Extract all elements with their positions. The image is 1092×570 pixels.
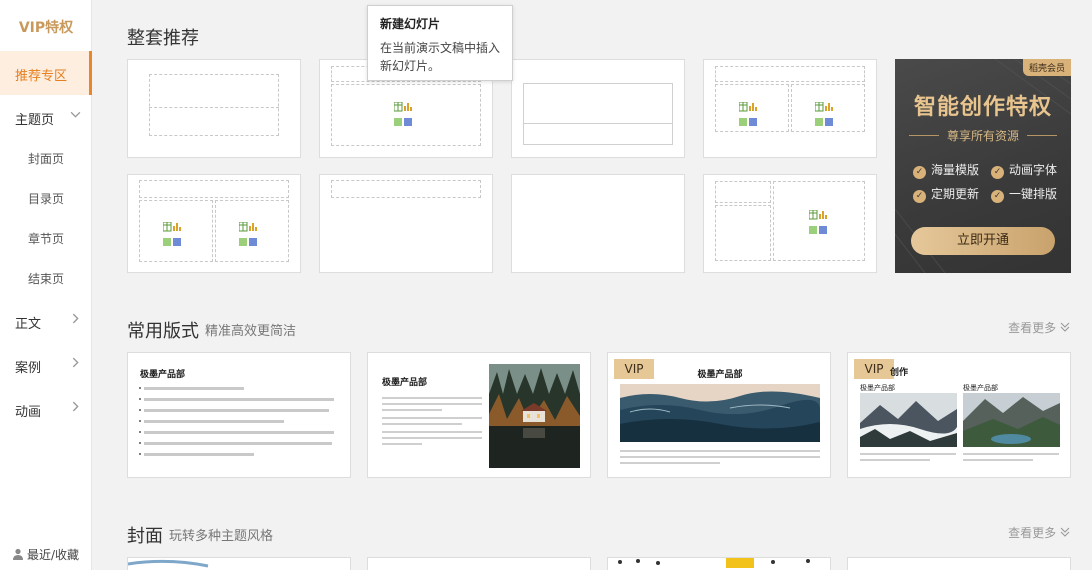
view-more-link[interactable]: 查看更多 bbox=[1008, 319, 1070, 336]
divider bbox=[523, 123, 673, 124]
ocean-wave-image bbox=[620, 384, 820, 442]
mountain-valley-image bbox=[963, 393, 1060, 447]
column-heading: 极墨产品部 bbox=[860, 384, 895, 392]
insert-content-icon bbox=[739, 102, 757, 126]
card-heading: 极墨产品部 bbox=[140, 370, 186, 380]
cover-thumbnail[interactable] bbox=[847, 557, 1071, 570]
promo-feature: ✓ 定期更新 bbox=[913, 185, 979, 203]
cover-thumbnail[interactable] bbox=[367, 557, 591, 570]
insert-content-icon bbox=[239, 222, 257, 246]
sidebar-item-case[interactable]: 案例 bbox=[0, 357, 92, 377]
sidebar-subitem-end[interactable]: 结束页 bbox=[0, 270, 92, 287]
mountain-fog-image bbox=[860, 393, 957, 447]
placeholder bbox=[715, 66, 865, 82]
check-icon: ✓ bbox=[913, 166, 926, 179]
sidebar-subitem-chapter[interactable]: 章节页 bbox=[0, 230, 92, 247]
section-subtitle-common: 精准高效更简洁 bbox=[205, 324, 297, 339]
chevron-down-icon bbox=[70, 109, 81, 123]
placeholder bbox=[715, 181, 771, 203]
layout-thumbnail[interactable] bbox=[703, 174, 877, 273]
sidebar: VIP特权 推荐专区 主题页 封面页 目录页 章节页 结束页 正文 案例 动画 … bbox=[0, 0, 92, 570]
double-chevron-down-icon bbox=[1060, 321, 1070, 335]
view-more-link[interactable]: 查看更多 bbox=[1008, 524, 1070, 541]
card-heading: 创作 bbox=[890, 368, 909, 378]
chevron-right-icon bbox=[70, 401, 81, 415]
decor-line bbox=[1027, 135, 1057, 136]
section-title-common: 常用版式 bbox=[127, 321, 199, 342]
check-icon: ✓ bbox=[991, 166, 1004, 179]
sidebar-item-label: 推荐专区 bbox=[15, 69, 68, 84]
layout-thumbnail[interactable] bbox=[127, 174, 301, 273]
layout-card[interactable]: 极墨产品部 bbox=[367, 352, 591, 478]
section-subtitle-cover: 玩转多种主题风格 bbox=[169, 529, 274, 544]
open-now-button[interactable]: 立即开通 bbox=[911, 227, 1055, 255]
layout-card[interactable]: VIP 极墨产品部 bbox=[607, 352, 831, 478]
column-heading: 极墨产品部 bbox=[963, 384, 998, 392]
sidebar-item-label: 正文 bbox=[15, 317, 42, 332]
sidebar-item-theme[interactable]: 主题页 bbox=[0, 109, 92, 129]
recent-favorites-link[interactable]: 最近/收藏 bbox=[12, 546, 79, 563]
vip-promo-card[interactable]: 稻壳会员 智能创作特权 尊享所有资源 ✓ 海量模版 ✓ 动画字体 ✓ 定期更新 ✓ 一键… bbox=[895, 59, 1071, 273]
sidebar-item-label: 动画 bbox=[15, 405, 42, 420]
placeholder bbox=[715, 205, 771, 261]
section-title-cover: 封面 bbox=[127, 526, 163, 547]
recent-favorites-label: 最近/收藏 bbox=[27, 548, 80, 562]
check-icon: ✓ bbox=[913, 190, 926, 203]
view-more-label: 查看更多 bbox=[1008, 526, 1057, 540]
tooltip-title: 新建幻灯片 bbox=[380, 17, 441, 31]
layout-thumbnail[interactable] bbox=[703, 59, 877, 158]
bullet-list bbox=[139, 387, 340, 464]
card-heading: 极墨产品部 bbox=[382, 378, 428, 388]
insert-content-icon bbox=[815, 102, 833, 126]
layout-thumbnail[interactable] bbox=[511, 174, 685, 273]
section-title-set: 整套推荐 bbox=[127, 28, 199, 49]
promo-feature: ✓ 一键排版 bbox=[991, 185, 1057, 203]
cover-preview bbox=[128, 559, 209, 568]
promo-feature: ✓ 海量模版 bbox=[913, 161, 979, 179]
cover-thumbnail[interactable] bbox=[127, 557, 351, 570]
vip-badge: VIP bbox=[854, 359, 894, 379]
sidebar-subitem-cover[interactable]: 封面页 bbox=[0, 150, 92, 167]
promo-feature: ✓ 动画字体 bbox=[991, 161, 1057, 179]
sidebar-item-recommended[interactable]: 推荐专区 bbox=[0, 51, 92, 95]
layout-thumbnail[interactable] bbox=[319, 174, 493, 273]
double-chevron-down-icon bbox=[1060, 526, 1070, 540]
sidebar-item-label: 案例 bbox=[15, 361, 42, 376]
promo-title: 智能创作特权 bbox=[913, 95, 1052, 120]
placeholder bbox=[523, 83, 673, 145]
insert-content-icon bbox=[394, 102, 412, 126]
new-slide-tooltip: 新建幻灯片 在当前演示文稿中插入新幻灯片。 bbox=[367, 5, 513, 81]
placeholder bbox=[331, 180, 481, 198]
chevron-right-icon bbox=[70, 357, 81, 371]
sidebar-subitem-toc[interactable]: 目录页 bbox=[0, 190, 92, 207]
tooltip-description: 在当前演示文稿中插入新幻灯片。 bbox=[380, 41, 501, 73]
user-icon bbox=[12, 548, 24, 560]
sidebar-item-animation[interactable]: 动画 bbox=[0, 401, 92, 421]
layout-card[interactable]: VIP 创作 极墨产品部 极墨产品部 bbox=[847, 352, 1071, 478]
layout-thumbnail[interactable] bbox=[127, 59, 301, 158]
chevron-right-icon bbox=[70, 313, 81, 327]
layout-thumbnail[interactable] bbox=[511, 59, 685, 158]
check-icon: ✓ bbox=[991, 190, 1004, 203]
placeholder bbox=[149, 74, 279, 136]
cover-thumbnail[interactable] bbox=[607, 557, 831, 570]
placeholder bbox=[139, 180, 289, 198]
view-more-label: 查看更多 bbox=[1008, 321, 1057, 335]
card-heading: 极墨产品部 bbox=[697, 370, 743, 380]
sidebar-item-body[interactable]: 正文 bbox=[0, 313, 92, 333]
insert-content-icon bbox=[163, 222, 181, 246]
layout-card[interactable]: 极墨产品部 bbox=[127, 352, 351, 478]
forest-house-image bbox=[489, 364, 580, 468]
cover-preview bbox=[618, 558, 810, 568]
divider bbox=[149, 107, 279, 108]
vip-privilege-link[interactable]: VIP特权 bbox=[0, 17, 92, 37]
member-badge: 稻壳会员 bbox=[1022, 59, 1071, 76]
insert-content-icon bbox=[809, 210, 827, 234]
sidebar-item-label: 主题页 bbox=[15, 113, 55, 128]
